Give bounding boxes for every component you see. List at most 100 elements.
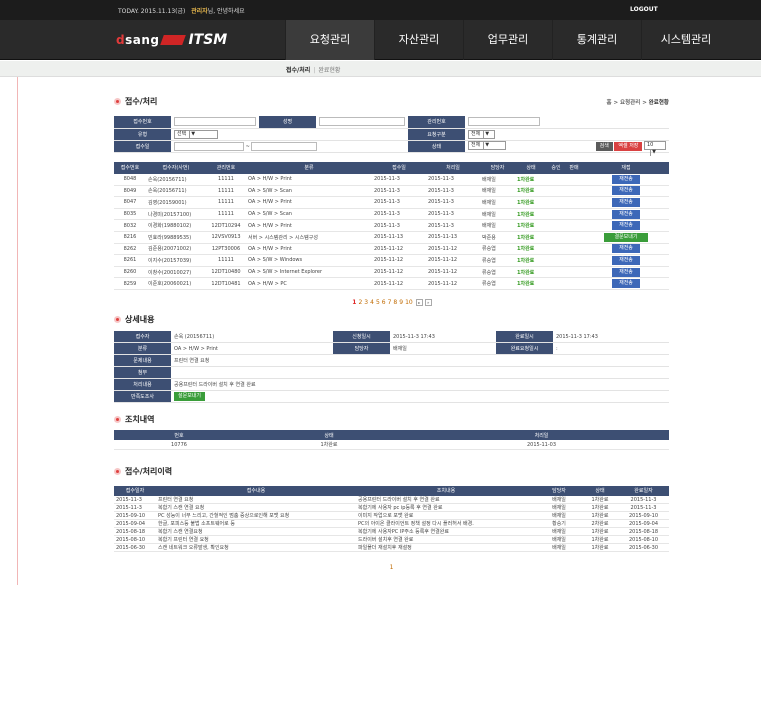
section-actions-title: 조치내역	[114, 413, 669, 425]
table-row[interactable]: 8049 손욱(20156711) 11111 OA > S/W > Scan 2015…	[114, 185, 669, 198]
excel-save-button[interactable]: 엑셀 저장	[614, 142, 643, 151]
home-icon[interactable]: 홈	[607, 100, 612, 106]
menu-item-request[interactable]: 요청관리	[285, 20, 374, 60]
resend-button[interactable]: 재전송	[612, 174, 640, 184]
section-receipt-title: 접수/처리 홈 > 요청관리 > 완료현황	[114, 95, 669, 107]
page-link[interactable]: 4	[370, 299, 374, 306]
user-name: 관리자	[191, 8, 208, 15]
detail-problem: 프린터 연결 요청	[171, 354, 669, 368]
resend-button[interactable]: 재전송	[612, 255, 640, 265]
sub-nav: 접수/처리 | 완료현황	[0, 61, 761, 77]
subnav-complete[interactable]: 완료현황	[318, 67, 340, 74]
bullet-icon	[114, 468, 121, 476]
resend-button[interactable]: 재전송	[612, 279, 640, 289]
date-to-input[interactable]	[251, 141, 318, 151]
page-link[interactable]: 3	[364, 299, 368, 306]
date-from-input[interactable]	[174, 141, 244, 151]
page-link[interactable]: 9	[399, 299, 403, 306]
greeting: 님, 안녕하세요	[207, 8, 245, 15]
page-link[interactable]: 5	[376, 299, 380, 306]
table-row[interactable]: 2015-11-3 복합기 스캔 연결 요청 복합기에 사용자 pc ip등록 후 …	[114, 503, 669, 513]
detail-done-time: 2015-11-3 17:43	[553, 330, 669, 344]
page-size-select[interactable]: 10▼	[644, 141, 666, 156]
detail-attachment[interactable]	[171, 366, 669, 380]
history-table: 접수일자 접수내용 조치내용 담당자 상태 완료일자 2015-11-3 프린터 …	[114, 485, 669, 553]
logo[interactable]: dsang ITSM	[116, 32, 227, 48]
logout-link[interactable]: LOGOUT	[630, 6, 658, 13]
send-survey-button[interactable]: 결문보내기	[604, 232, 648, 242]
next-page-icon[interactable]: ▸	[415, 298, 423, 306]
page-link[interactable]: 6	[382, 299, 386, 306]
main-nav: dsang ITSM 요청관리 자산관리 업무관리 통계관리 시스템관리	[0, 20, 761, 60]
detail-requester: 손욱 (20156711)	[171, 330, 333, 344]
page-link[interactable]: 1	[352, 299, 356, 306]
resend-button[interactable]: 재전송	[612, 244, 640, 254]
table-row[interactable]: 8216 민효라(99889535) 12VSV0913 서버 > 시스템관리 > 시…	[114, 231, 669, 244]
menu-item-work[interactable]: 업무관리	[463, 20, 552, 60]
chevron-down-icon: ▼	[483, 142, 490, 149]
chevron-down-icon: ▼	[483, 130, 490, 138]
chevron-down-icon: ▼	[650, 149, 657, 156]
resend-button[interactable]: 재전송	[612, 221, 640, 231]
table-row[interactable]: 8260 이창수(20010027) 12DT10480 OA > S/W > Int…	[114, 266, 669, 279]
menu-item-system[interactable]: 시스템관리	[641, 20, 730, 60]
table-row[interactable]: 2015-09-04 한글, 포피스등 불법 소프트웨어로 등 PC의 아이온 클라…	[114, 519, 669, 529]
page-link[interactable]: 2	[358, 299, 362, 306]
page-link[interactable]: 10	[405, 299, 413, 306]
menu-item-stats[interactable]: 통계관리	[552, 20, 641, 60]
main-content: 접수/처리 홈 > 요청관리 > 완료현황 접수번호 성명 관리번호 유형 선택…	[114, 95, 669, 571]
type-select[interactable]: 선택 ▼	[174, 129, 218, 139]
table-row[interactable]: 2015-08-10 복합기 프린터 연결 요청 드라이버 설치후 연결 완료 배재일…	[114, 535, 669, 545]
mgmt-no-input[interactable]	[468, 117, 540, 127]
table-row[interactable]: 8047 김영(20159001) 11111 OA > H/W > Print 201…	[114, 196, 669, 209]
table-row[interactable]: 2015-11-3 프린터 연결 요청 공용프린터 드라이버 설치 후 연결 완료 배…	[114, 495, 669, 505]
resend-button[interactable]: 재전송	[612, 186, 640, 196]
breadcrumb: 홈 > 요청관리 > 완료현황	[606, 100, 669, 106]
side-divider	[0, 77, 18, 585]
name-input[interactable]	[319, 117, 405, 127]
top-menu: 요청관리 자산관리 업무관리 통계관리 시스템관리	[285, 20, 730, 60]
logo-swoosh-icon	[160, 35, 187, 45]
chevron-down-icon: ▼	[189, 130, 196, 138]
table-header: 접수번호 접수자(사번) 관리번호 분류 접수일 처리일 담당자 상태 승인 판…	[114, 161, 669, 174]
page-link[interactable]: 7	[388, 299, 392, 306]
table-row[interactable]: 8048 손욱(20156711) 11111 OA > H/W > Print 201…	[114, 173, 669, 186]
table-row[interactable]: 8259 이준호(20060021) 12DT10481 OA > H/W > PC 2…	[114, 277, 669, 290]
last-page-icon[interactable]: »	[424, 298, 432, 306]
menu-item-asset[interactable]: 자산관리	[374, 20, 463, 60]
table-row[interactable]: 8032 이경화(19880102) 12DT10294 OA > H/W > Pri…	[114, 219, 669, 232]
request-type-select[interactable]: 전체 ▼	[468, 129, 495, 139]
logo-product: ITSM	[188, 32, 228, 48]
table-row[interactable]: 8262 김준용(20071002) 12PT30006 OA > H/W > Pri…	[114, 243, 669, 256]
table-row[interactable]: 2015-09-10 PC 성능이 너무 느리고, 간헐적인 멈춤 증상으로인해 …	[114, 511, 669, 521]
receipt-table: 접수번호 접수자(사번) 관리번호 분류 접수일 처리일 담당자 상태 승인 판…	[114, 161, 669, 290]
detail-request-time: 2015-11-3 17:43	[390, 330, 496, 344]
search-button[interactable]: 검색	[595, 142, 613, 151]
table-row[interactable]: 8035 나경미(20157100) 11111 OA > S/W > Scan 201…	[114, 208, 669, 221]
today-date: TODAY. 2015.11.13(금)	[118, 8, 186, 15]
resend-button[interactable]: 재전송	[612, 197, 640, 207]
resend-button[interactable]: 재전송	[612, 209, 640, 219]
detail-manager: 배재일	[390, 342, 496, 356]
pagination: 1 2 3 4 5 6 7 8 9 10 ▸»	[114, 298, 669, 306]
table-row[interactable]: 8261 이지수(20157039) 11111 OA > S/W > Windows…	[114, 254, 669, 267]
detail-action: 공용프린터 드라이버 설치 후 연결 완료	[171, 378, 669, 392]
detail-category: OA > H/W > Print	[171, 342, 333, 356]
detail-table: 접수자 손욱 (20156711) 신청일시 2015-11-3 17:43 완…	[114, 330, 669, 404]
today-info: TODAY. 2015.11.13(금) 관리자님, 안녕하세요	[118, 6, 245, 15]
bullet-icon	[114, 316, 121, 324]
status-select[interactable]: 전체 ▼	[468, 141, 506, 150]
detail-due: :	[553, 342, 669, 356]
resend-button[interactable]: 재전송	[612, 267, 640, 277]
receipt-no-input[interactable]	[174, 117, 256, 127]
actions-table: 번호 상태 처리일 10776 1차완료 2015-11-03	[114, 430, 669, 450]
subnav-current[interactable]: 접수/처리	[286, 67, 310, 74]
bullet-icon	[114, 415, 121, 423]
search-form: 접수번호 성명 관리번호 유형 선택 ▼ 요청구분 전체 ▼ 접수일 ~ 상태 전체…	[114, 116, 669, 156]
send-survey-button[interactable]: 설문보내기	[174, 392, 206, 402]
page-link[interactable]: 8	[393, 299, 397, 306]
table-row[interactable]: 2015-08-18 복합기 스캔 연결요청 복합기에 사용자PC IP주소 등록후…	[114, 527, 669, 537]
history-page[interactable]: 1	[114, 564, 669, 571]
table-row: 10776 1차완료 2015-11-03	[114, 440, 669, 450]
table-row[interactable]: 2015-06-30 스캔 네트워크 오류발생, 확인요청 파일폴더 재설치후 재설…	[114, 543, 669, 553]
